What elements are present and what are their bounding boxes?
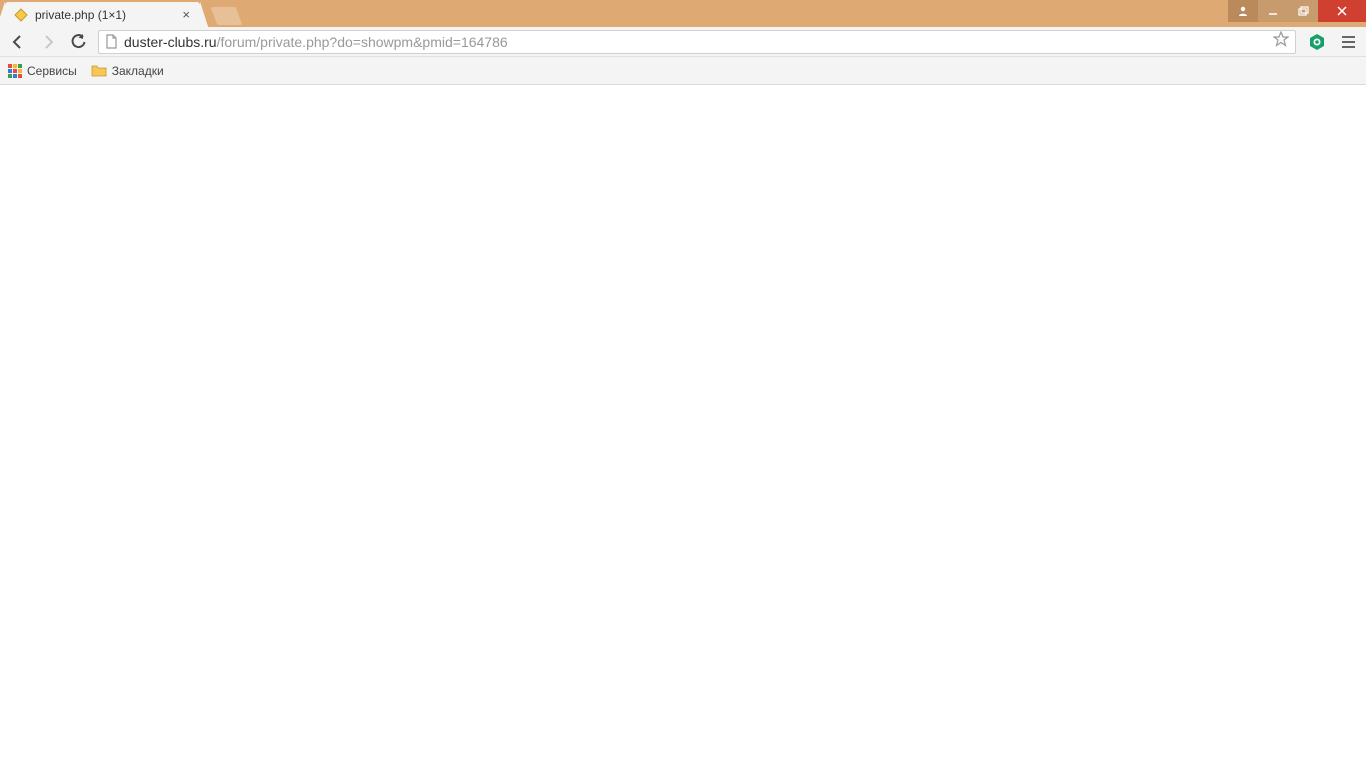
window-controls — [1228, 0, 1366, 22]
apps-grid-icon — [8, 64, 22, 78]
folder-icon — [91, 64, 107, 78]
page-icon — [105, 34, 118, 49]
url-text: duster-clubs.ru/forum/private.php?do=sho… — [124, 34, 1267, 50]
bookmarks-folder[interactable]: Закладки — [91, 64, 164, 78]
forward-button[interactable] — [38, 32, 58, 52]
back-button[interactable] — [8, 32, 28, 52]
address-bar[interactable]: duster-clubs.ru/forum/private.php?do=sho… — [98, 30, 1296, 54]
window-titlebar: private.php (1×1) × — [0, 0, 1366, 27]
bookmarks-folder-label: Закладки — [112, 64, 164, 78]
navigation-bar: duster-clubs.ru/forum/private.php?do=sho… — [0, 27, 1366, 57]
new-tab-button[interactable] — [211, 7, 243, 25]
page-content — [0, 85, 1366, 768]
minimize-button[interactable] — [1258, 0, 1288, 22]
tab-favicon-icon — [13, 7, 29, 23]
close-window-button[interactable] — [1318, 0, 1366, 22]
maximize-button[interactable] — [1288, 0, 1318, 22]
reload-button[interactable] — [68, 32, 88, 52]
bookmarks-bar: Сервисы Закладки — [0, 57, 1366, 85]
bookmark-star-icon[interactable] — [1273, 31, 1289, 52]
user-profile-button[interactable] — [1228, 0, 1258, 22]
apps-label: Сервисы — [27, 64, 77, 78]
tab-close-icon[interactable]: × — [180, 7, 192, 22]
url-path: /forum/private.php?do=showpm&pmid=164786 — [217, 34, 508, 50]
menu-button[interactable] — [1338, 32, 1358, 52]
browser-tab[interactable]: private.php (1×1) × — [5, 2, 200, 27]
extension-icon[interactable] — [1306, 31, 1328, 53]
tab-title: private.php (1×1) — [35, 8, 174, 22]
url-domain: duster-clubs.ru — [124, 34, 217, 50]
apps-shortcut[interactable]: Сервисы — [8, 64, 77, 78]
